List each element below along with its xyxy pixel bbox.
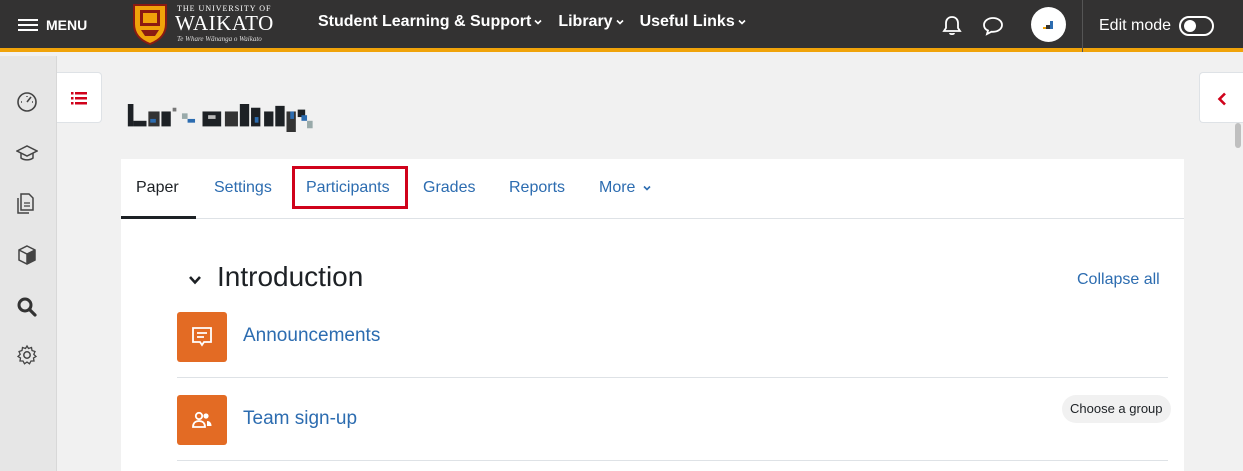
tab-paper[interactable]: Paper <box>136 179 179 197</box>
section-title[interactable]: Introduction <box>217 261 363 293</box>
collapse-all-link[interactable]: Collapse all <box>1077 271 1160 289</box>
logo-name: WAIKATO <box>175 11 274 35</box>
left-rail <box>0 56 57 471</box>
chevron-down-icon <box>643 185 651 191</box>
activity-link[interactable]: Team sign-up <box>243 408 357 430</box>
chevron-down-icon <box>534 19 542 25</box>
course-content-card: Paper Settings Participants Grades Repor… <box>121 159 1184 471</box>
list-icon <box>71 92 87 105</box>
nav-library[interactable]: Library <box>558 13 624 31</box>
chevron-down-icon <box>616 19 624 25</box>
participants-highlight-box <box>292 166 408 209</box>
forum-icon[interactable] <box>177 312 227 362</box>
activity-link[interactable]: Announcements <box>243 325 380 347</box>
edit-mode-label: Edit mode <box>1099 17 1172 34</box>
activity-row-team-signup: Team sign-up <box>177 378 1168 461</box>
block-drawer-button[interactable] <box>1199 72 1243 123</box>
course-index-button[interactable] <box>57 72 102 123</box>
navbar-divider <box>1082 0 1083 52</box>
university-logo[interactable]: THE UNIVERSITY OF WAIKATO Te Whare Wānan… <box>131 2 281 46</box>
scrollbar-thumb[interactable] <box>1235 123 1241 148</box>
course-title-redacted <box>127 104 313 132</box>
group-choice-icon-glyph <box>192 411 212 428</box>
group-choice-icon[interactable] <box>177 395 227 445</box>
primary-nav: Student Learning & Support Library Usefu… <box>318 13 762 31</box>
active-tab-underline <box>121 216 196 219</box>
cube-icon[interactable] <box>16 244 38 266</box>
tab-more[interactable]: More <box>599 179 651 197</box>
forum-icon-glyph <box>192 327 212 347</box>
choose-group-badge: Choose a group <box>1062 395 1171 423</box>
secondary-navigation: Paper Settings Participants Grades Repor… <box>121 159 1184 219</box>
tab-settings[interactable]: Settings <box>214 179 272 197</box>
logo-tagline: Te Whare Wānanga o Waikato <box>177 35 262 43</box>
dashboard-icon[interactable] <box>16 90 38 112</box>
section-collapse-chevron-icon[interactable] <box>187 272 203 288</box>
crest-icon <box>133 4 167 46</box>
documents-icon[interactable] <box>16 192 38 214</box>
graduation-cap-icon[interactable] <box>16 142 38 164</box>
tab-grades[interactable]: Grades <box>423 179 475 197</box>
top-navbar: MENU THE UNIVERSITY OF WAIKATO Te Whare … <box>0 0 1243 52</box>
chevron-left-icon <box>1217 92 1226 106</box>
tab-reports[interactable]: Reports <box>509 179 565 197</box>
nav-link-label: Useful Links <box>639 13 735 30</box>
message-icon[interactable] <box>982 15 1004 37</box>
avatar-image <box>1043 21 1053 29</box>
menu-button[interactable]: MENU <box>18 14 87 36</box>
search-icon[interactable] <box>16 296 38 318</box>
menu-label: MENU <box>46 17 88 33</box>
user-avatar[interactable] <box>1031 7 1066 42</box>
edit-mode-toggle[interactable] <box>1179 16 1214 36</box>
activity-row-announcements: Announcements <box>177 295 1168 378</box>
nav-useful-links[interactable]: Useful Links <box>640 13 746 31</box>
gear-icon[interactable] <box>16 344 38 366</box>
bell-icon[interactable] <box>941 14 963 36</box>
nav-student-learning[interactable]: Student Learning & Support <box>318 13 542 31</box>
tab-more-label: More <box>599 179 636 196</box>
nav-link-label: Student Learning & Support <box>318 13 532 30</box>
chevron-down-icon <box>738 19 746 25</box>
hamburger-icon <box>18 18 38 32</box>
nav-link-label: Library <box>558 13 613 30</box>
toggle-knob <box>1184 20 1196 32</box>
